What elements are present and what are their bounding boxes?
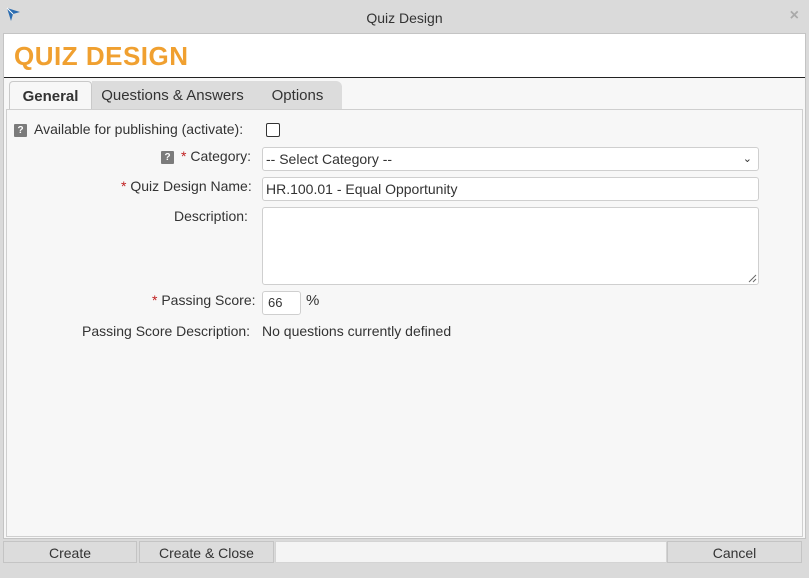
button-bar: Create Create & Close Cancel <box>3 541 802 563</box>
description-label: Description: <box>174 208 248 224</box>
tab-questions-answers[interactable]: Questions & Answers <box>92 81 253 110</box>
available-label: Available for publishing (activate): <box>34 121 244 137</box>
page-title: QUIZ DESIGN <box>14 41 189 71</box>
create-close-button[interactable]: Create & Close <box>139 541 274 563</box>
help-icon[interactable]: ? <box>161 151 174 164</box>
available-checkbox[interactable] <box>266 123 280 137</box>
close-icon[interactable]: × <box>790 7 799 25</box>
category-label-text: Category: <box>190 148 252 164</box>
category-select[interactable]: -- Select Category -- ⌄ <box>262 147 759 171</box>
required-mark: * <box>181 148 187 164</box>
quiz-name-input[interactable]: HR.100.01 - Equal Opportunity <box>262 177 759 201</box>
required-mark: * <box>121 178 127 194</box>
window-title: Quiz Design <box>366 10 443 26</box>
general-panel: ? Available for publishing (activate): ?… <box>6 109 803 537</box>
tab-general[interactable]: General <box>9 81 92 110</box>
passing-score-desc-label: Passing Score Description: <box>82 323 251 339</box>
required-mark: * <box>152 292 158 308</box>
help-icon[interactable]: ? <box>14 124 27 137</box>
resize-grip-icon[interactable] <box>747 273 757 283</box>
percent-unit: % <box>306 292 320 309</box>
passing-score-input[interactable]: 66 <box>262 291 301 315</box>
passing-score-label: * Passing Score: <box>152 292 256 308</box>
quiz-name-label-text: Quiz Design Name: <box>130 178 252 194</box>
button-bar-spacer <box>275 541 667 563</box>
category-label: * Category: <box>181 148 251 164</box>
category-select-value: -- Select Category -- <box>266 151 393 167</box>
create-button[interactable]: Create <box>3 541 137 563</box>
description-textarea[interactable] <box>262 207 759 285</box>
cancel-button[interactable]: Cancel <box>667 541 802 563</box>
header: QUIZ DESIGN <box>4 34 805 78</box>
dialog: QUIZ DESIGN General Questions & Answers … <box>3 33 806 539</box>
passing-score-label-text: Passing Score: <box>161 292 256 308</box>
title-bar: Quiz Design × <box>0 0 809 33</box>
tab-options[interactable]: Options <box>253 81 342 110</box>
passing-score-desc-value: No questions currently defined <box>262 323 452 339</box>
quiz-name-label: * Quiz Design Name: <box>121 178 252 194</box>
chevron-down-icon: ⌄ <box>742 153 752 165</box>
